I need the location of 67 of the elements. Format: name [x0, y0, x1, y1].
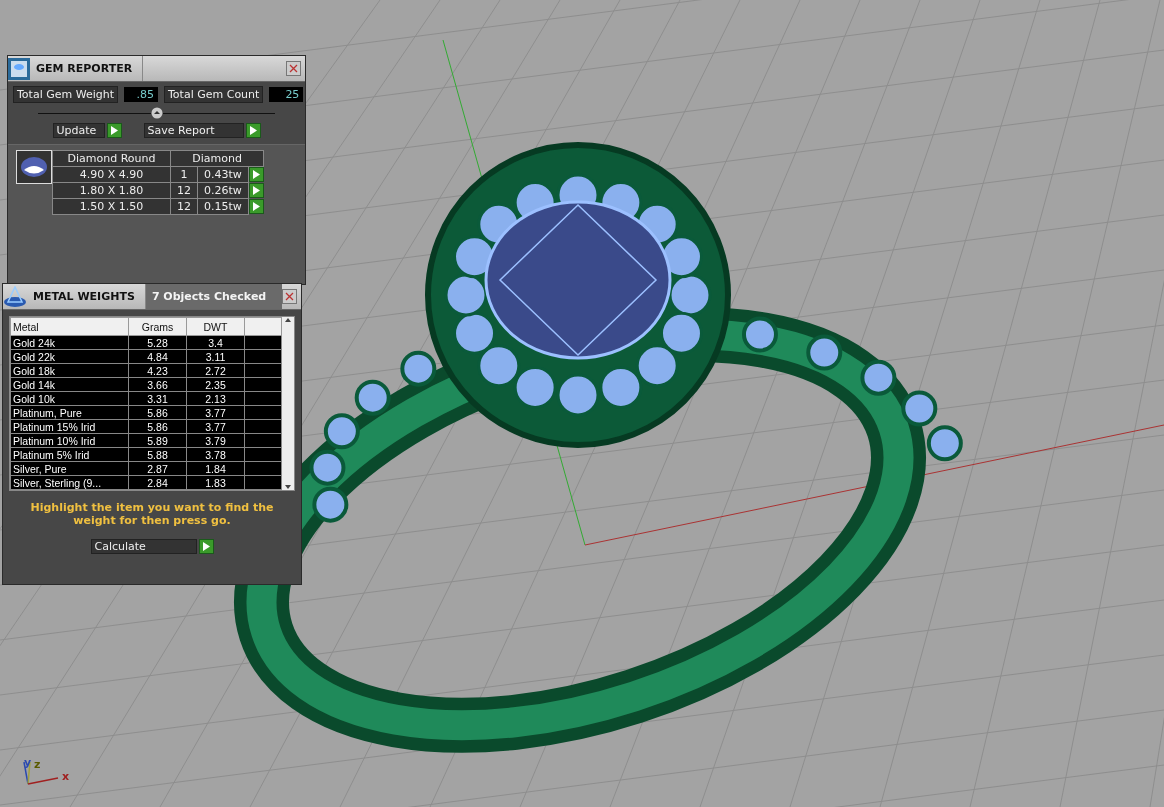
report-icon: [8, 57, 30, 80]
table-cell: 3.11: [186, 349, 245, 364]
table-cell: 3.77: [186, 419, 245, 434]
table-cell: Gold 10k: [10, 391, 129, 406]
column-header[interactable]: DWT: [186, 317, 245, 336]
table-header: Diamond: [170, 150, 264, 167]
objects-status: 7 Objects Checked: [145, 284, 282, 309]
table-header: Diamond Round: [52, 150, 171, 167]
table-cell: Platinum 15% Irid: [10, 419, 129, 434]
table-cell: 5.88: [128, 447, 187, 462]
total-count-label: Total Gem Count: [164, 86, 264, 103]
table-cell: Gold 24k: [10, 335, 129, 350]
axis-label: z: [34, 758, 41, 771]
table-cell: Platinum 10% Irid: [10, 433, 129, 448]
table-cell: 3.79: [186, 433, 245, 448]
total-weight-label: Total Gem Weight: [13, 86, 118, 103]
table-cell: Gold 18k: [10, 363, 129, 378]
table-cell: 2.35: [186, 377, 245, 392]
scrollbar[interactable]: [282, 317, 294, 490]
collapse-handle-icon[interactable]: [150, 107, 163, 119]
table-cell: 1.83: [186, 475, 245, 490]
play-icon: [202, 542, 210, 551]
table-cell: Gold 22k: [10, 349, 129, 364]
table-cell: 2.87: [128, 461, 187, 476]
close-button[interactable]: [286, 61, 301, 76]
table-cell: 5.28: [128, 335, 187, 350]
table-cell: 4.84: [128, 349, 187, 364]
scroll-up-icon[interactable]: [284, 317, 293, 323]
gem-icon: [16, 150, 52, 184]
axis-label: x: [62, 770, 70, 783]
table-cell: 2.13: [186, 391, 245, 406]
pyramid-icon: [3, 285, 27, 308]
play-icon: [110, 126, 118, 135]
calculate-button[interactable]: Calculate: [90, 539, 197, 554]
table-cell: Platinum, Pure: [10, 405, 129, 420]
axis-label: y: [24, 756, 32, 769]
table-cell: 2.84: [128, 475, 187, 490]
play-icon: [249, 126, 257, 135]
table-cell: 3.31: [128, 391, 187, 406]
table-cell: 2.72: [186, 363, 245, 378]
table-cell: 4.23: [128, 363, 187, 378]
instruction-text: Highlight the item you want to find the weight for then press go.: [29, 500, 275, 529]
go-button[interactable]: [106, 123, 122, 138]
scroll-down-icon[interactable]: [284, 484, 293, 490]
table-cell: 3.77: [186, 405, 245, 420]
table-cell: 3.78: [186, 447, 245, 462]
total-count-value: 25: [269, 87, 304, 102]
table-cell: 5.86: [128, 419, 187, 434]
table-cell: Gold 14k: [10, 377, 129, 392]
table-cell: Silver, Pure: [10, 461, 129, 476]
panel-title: GEM REPORTER: [30, 56, 144, 81]
close-button[interactable]: [282, 289, 297, 304]
table-cell: Platinum 5% Irid: [10, 447, 129, 462]
table-cell: 3.66: [128, 377, 187, 392]
table-cell: 1.84: [186, 461, 245, 476]
table-cell: 3.4: [186, 335, 245, 350]
total-weight-value: .85: [124, 87, 158, 102]
table-cell: Silver, Sterling (9...: [10, 475, 129, 490]
panel-title: METAL WEIGHTS: [27, 284, 146, 309]
column-header[interactable]: Grams: [128, 317, 187, 336]
action-button[interactable]: Update: [52, 123, 105, 138]
table-cell: 5.86: [128, 405, 187, 420]
go-button[interactable]: [245, 123, 261, 138]
go-button[interactable]: [198, 539, 214, 554]
action-button[interactable]: Save Report: [143, 123, 244, 138]
column-header[interactable]: Metal: [10, 317, 129, 336]
table-cell: 5.89: [128, 433, 187, 448]
